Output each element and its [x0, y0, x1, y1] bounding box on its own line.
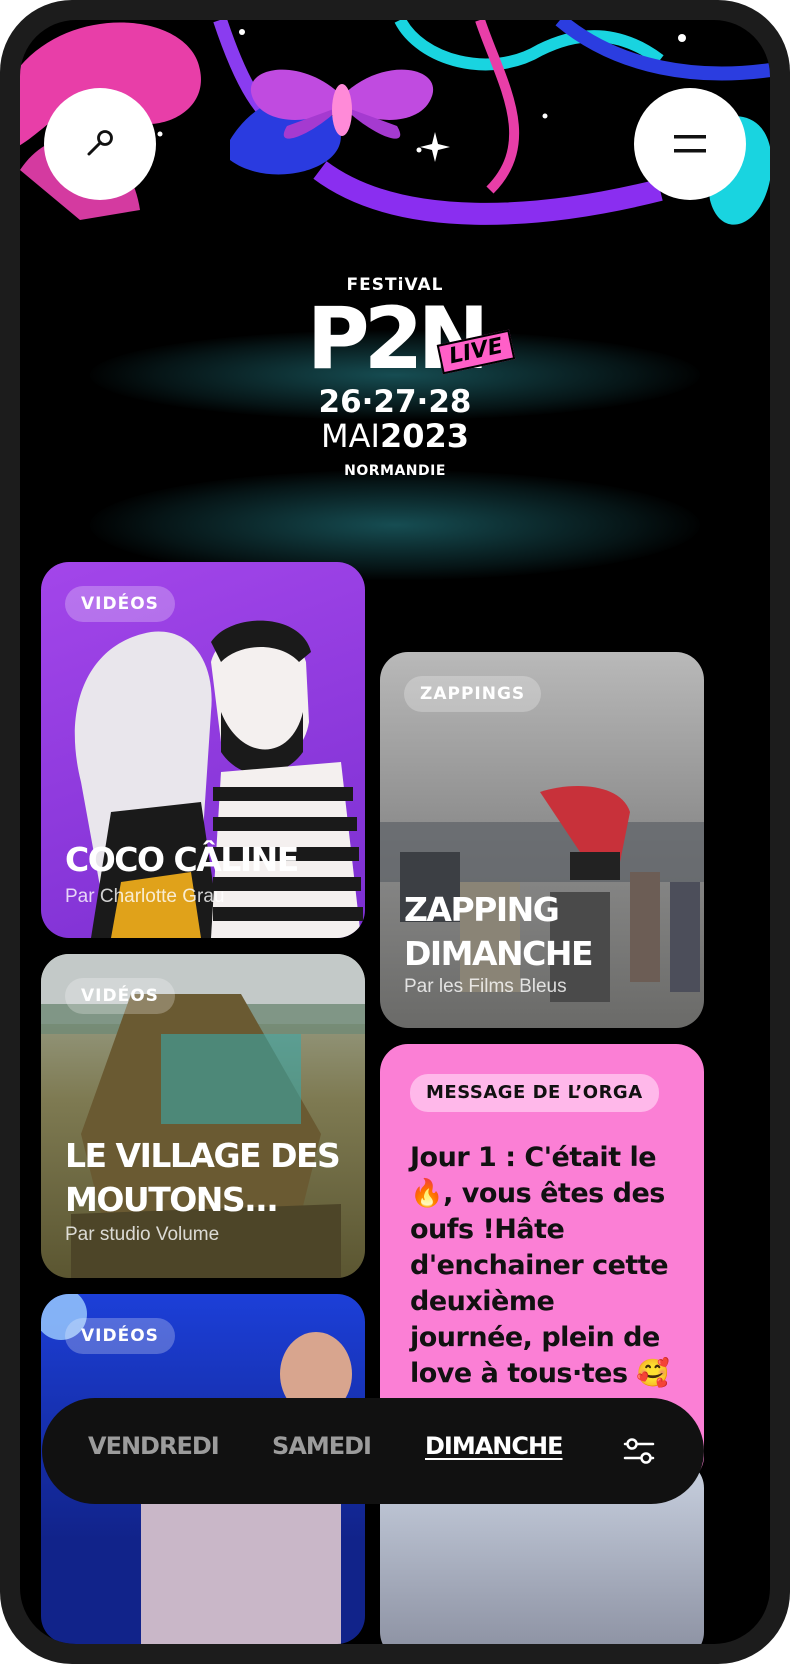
festival-logo: FESTiVAL P2N LIVE 26·27·28 MAI2023 NORMA…	[20, 275, 770, 479]
card-coco-caline[interactable]: VIDÉOS COCO CÂLINE Par Charlotte Grau	[41, 562, 365, 938]
category-chip: VIDÉOS	[65, 586, 175, 622]
tab-samedi[interactable]: SAMEDI	[272, 1432, 372, 1460]
logo-year: 2023	[379, 417, 469, 455]
card-author: Par les Films Bleus	[404, 976, 567, 997]
logo-name-text: P2N	[306, 289, 490, 389]
logo-month-year: MAI2023	[20, 419, 770, 453]
logo-dates: 26·27·28	[318, 384, 472, 420]
logo-region: NORMANDIE	[344, 463, 446, 479]
card-title: COCO CÂLINE	[65, 840, 299, 879]
category-chip: ZAPPINGS	[404, 676, 542, 712]
app-screen: FESTiVAL P2N LIVE 26·27·28 MAI2023 NORMA…	[20, 20, 770, 1644]
card-author: Par Charlotte Grau	[65, 886, 225, 907]
day-navigation: VENDREDI SAMEDI DIMANCHE	[42, 1398, 704, 1504]
category-chip: MESSAGE DE L’ORGA	[410, 1074, 659, 1112]
category-chip: VIDÉOS	[65, 1318, 175, 1354]
microphone-button[interactable]	[44, 88, 156, 200]
card-title: LE VILLAGE DES MOUTONS...	[65, 1136, 341, 1219]
menu-button[interactable]	[634, 88, 746, 200]
category-chip: VIDÉOS	[65, 978, 175, 1014]
phone-frame: FESTiVAL P2N LIVE 26·27·28 MAI2023 NORMA…	[0, 0, 790, 1664]
logo-name: P2N LIVE	[307, 296, 516, 382]
card-title: ZAPPING DIMANCHE	[404, 890, 594, 973]
tab-dimanche[interactable]: DIMANCHE	[425, 1432, 563, 1460]
logo-month: MAI	[321, 417, 380, 455]
filter-sliders-icon[interactable]	[622, 1434, 656, 1468]
menu-icon	[674, 135, 706, 153]
card-village-moutons[interactable]: VIDÉOS LE VILLAGE DES MOUTONS... Par stu…	[41, 954, 365, 1278]
card-zapping-dimanche[interactable]: ZAPPINGS ZAPPING DIMANCHE Par les Films …	[380, 652, 704, 1028]
tab-vendredi[interactable]: VENDREDI	[88, 1432, 220, 1460]
microphone-icon	[87, 130, 113, 156]
card-author: Par studio Volume	[65, 1224, 220, 1245]
orga-message-text: Jour 1 : C'était le 🔥, vous êtes des ouf…	[410, 1142, 670, 1389]
